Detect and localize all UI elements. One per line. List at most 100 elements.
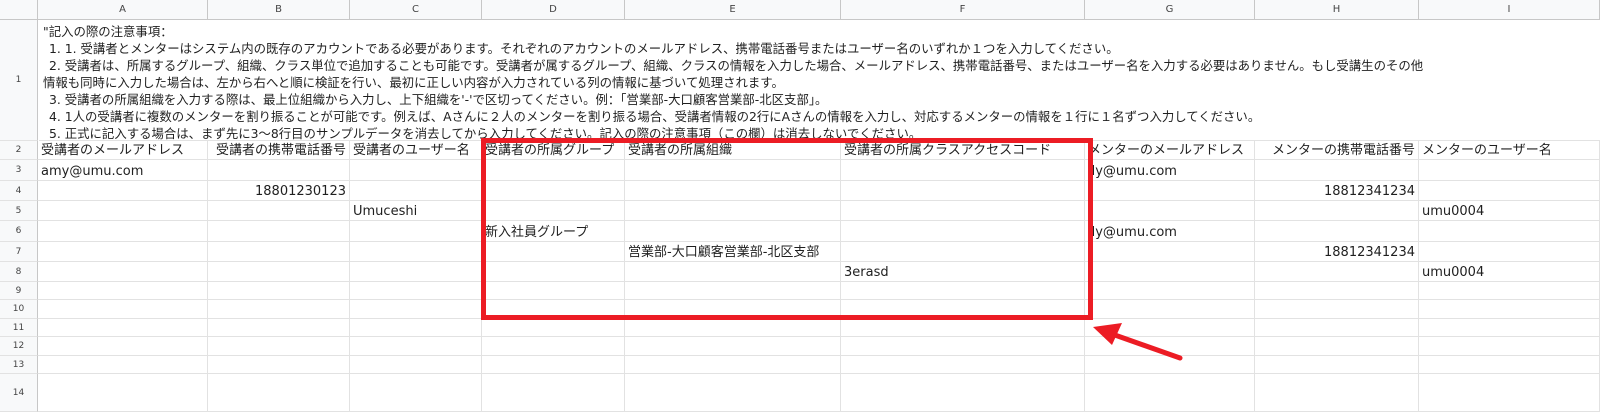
row-header-5[interactable]: 5: [0, 201, 38, 221]
cell-i4[interactable]: [1419, 181, 1600, 201]
cell-c12[interactable]: [350, 337, 482, 356]
cell-d9[interactable]: [482, 282, 625, 300]
header-cell-g[interactable]: メンターのメールアドレス: [1085, 141, 1255, 160]
cell-h7[interactable]: 18812341234: [1255, 242, 1419, 262]
cell-a4[interactable]: [38, 181, 208, 201]
cell-c8[interactable]: [350, 262, 482, 282]
cell-g4[interactable]: [1085, 181, 1255, 201]
cell-g3[interactable]: lly@umu.com: [1085, 160, 1255, 181]
header-cell-c[interactable]: 受講者のユーザー名: [350, 141, 482, 160]
column-header-c[interactable]: C: [350, 0, 482, 20]
cell-a7[interactable]: [38, 242, 208, 262]
row-header-14[interactable]: 14: [0, 374, 38, 412]
cell-e3[interactable]: [625, 160, 841, 181]
cell-c10[interactable]: [350, 300, 482, 319]
cell-b11[interactable]: [208, 319, 350, 337]
cell-a10[interactable]: [38, 300, 208, 319]
header-cell-f[interactable]: 受講者の所属クラスアクセスコード: [841, 141, 1085, 160]
row-header-13[interactable]: 13: [0, 356, 38, 374]
cell-a8[interactable]: [38, 262, 208, 282]
cell-d3[interactable]: [482, 160, 625, 181]
cell-e7[interactable]: 営業部-大口顧客営業部-北区支部: [625, 242, 841, 262]
cell-b12[interactable]: [208, 337, 350, 356]
cell-a14[interactable]: [38, 374, 208, 412]
cell-f7[interactable]: [841, 242, 1085, 262]
cell-g6[interactable]: lly@umu.com: [1085, 221, 1255, 242]
row-header-6[interactable]: 6: [0, 221, 38, 242]
row-header-2[interactable]: 2: [0, 141, 38, 160]
cell-i6[interactable]: [1419, 221, 1600, 242]
cell-i11[interactable]: [1419, 319, 1600, 337]
cell-e13[interactable]: [625, 356, 841, 374]
cell-c6[interactable]: [350, 221, 482, 242]
cell-i7[interactable]: [1419, 242, 1600, 262]
header-cell-b[interactable]: 受講者の携帯電話番号: [208, 141, 350, 160]
cell-i5[interactable]: umu0004: [1419, 201, 1600, 221]
cell-h13[interactable]: [1255, 356, 1419, 374]
cell-h9[interactable]: [1255, 282, 1419, 300]
cell-c3[interactable]: [350, 160, 482, 181]
column-header-b[interactable]: B: [208, 0, 350, 20]
cell-c9[interactable]: [350, 282, 482, 300]
cell-b7[interactable]: [208, 242, 350, 262]
row-header-3[interactable]: 3: [0, 160, 38, 181]
cell-d8[interactable]: [482, 262, 625, 282]
cell-b6[interactable]: [208, 221, 350, 242]
cell-h6[interactable]: [1255, 221, 1419, 242]
cell-i13[interactable]: [1419, 356, 1600, 374]
cell-g14[interactable]: [1085, 374, 1255, 412]
cell-f4[interactable]: [841, 181, 1085, 201]
cell-d7[interactable]: [482, 242, 625, 262]
cell-f9[interactable]: [841, 282, 1085, 300]
row-header-11[interactable]: 11: [0, 319, 38, 337]
column-header-f[interactable]: F: [841, 0, 1085, 20]
cell-g7[interactable]: [1085, 242, 1255, 262]
cell-c13[interactable]: [350, 356, 482, 374]
cell-d4[interactable]: [482, 181, 625, 201]
cell-h3[interactable]: [1255, 160, 1419, 181]
cell-h8[interactable]: [1255, 262, 1419, 282]
cell-i9[interactable]: [1419, 282, 1600, 300]
cell-b14[interactable]: [208, 374, 350, 412]
header-cell-i[interactable]: メンターのユーザー名: [1419, 141, 1600, 160]
cell-i8[interactable]: umu0004: [1419, 262, 1600, 282]
cell-h10[interactable]: [1255, 300, 1419, 319]
cell-f13[interactable]: [841, 356, 1085, 374]
cell-f3[interactable]: [841, 160, 1085, 181]
cell-g8[interactable]: [1085, 262, 1255, 282]
row-header-9[interactable]: 9: [0, 282, 38, 300]
cell-c7[interactable]: [350, 242, 482, 262]
cell-e11[interactable]: [625, 319, 841, 337]
cell-a11[interactable]: [38, 319, 208, 337]
cell-d13[interactable]: [482, 356, 625, 374]
header-cell-a[interactable]: 受講者のメールアドレス: [38, 141, 208, 160]
header-cell-h[interactable]: メンターの携帯電話番号: [1255, 141, 1419, 160]
cell-f8[interactable]: 3erasd: [841, 262, 1085, 282]
cell-h11[interactable]: [1255, 319, 1419, 337]
cell-a5[interactable]: [38, 201, 208, 221]
cell-f6[interactable]: [841, 221, 1085, 242]
column-header-i[interactable]: I: [1419, 0, 1600, 20]
cell-d11[interactable]: [482, 319, 625, 337]
cell-e6[interactable]: [625, 221, 841, 242]
column-header-e[interactable]: E: [625, 0, 841, 20]
cell-c5[interactable]: Umuceshi: [350, 201, 482, 221]
header-cell-e[interactable]: 受講者の所属組織: [625, 141, 841, 160]
cell-f10[interactable]: [841, 300, 1085, 319]
column-header-h[interactable]: H: [1255, 0, 1419, 20]
column-header-d[interactable]: D: [482, 0, 625, 20]
cell-h14[interactable]: [1255, 374, 1419, 412]
cell-b4[interactable]: 18801230123: [208, 181, 350, 201]
cell-c4[interactable]: [350, 181, 482, 201]
cell-h12[interactable]: [1255, 337, 1419, 356]
cell-c14[interactable]: [350, 374, 482, 412]
cell-e12[interactable]: [625, 337, 841, 356]
cell-e8[interactable]: [625, 262, 841, 282]
cell-d12[interactable]: [482, 337, 625, 356]
instructions-cell[interactable]: "記入の際の注意事項： 1. 1. 受講者とメンターはシステム内の既存のアカウン…: [39, 21, 1600, 141]
cell-g9[interactable]: [1085, 282, 1255, 300]
cell-e5[interactable]: [625, 201, 841, 221]
cell-b8[interactable]: [208, 262, 350, 282]
cell-i14[interactable]: [1419, 374, 1600, 412]
cell-g12[interactable]: [1085, 337, 1255, 356]
